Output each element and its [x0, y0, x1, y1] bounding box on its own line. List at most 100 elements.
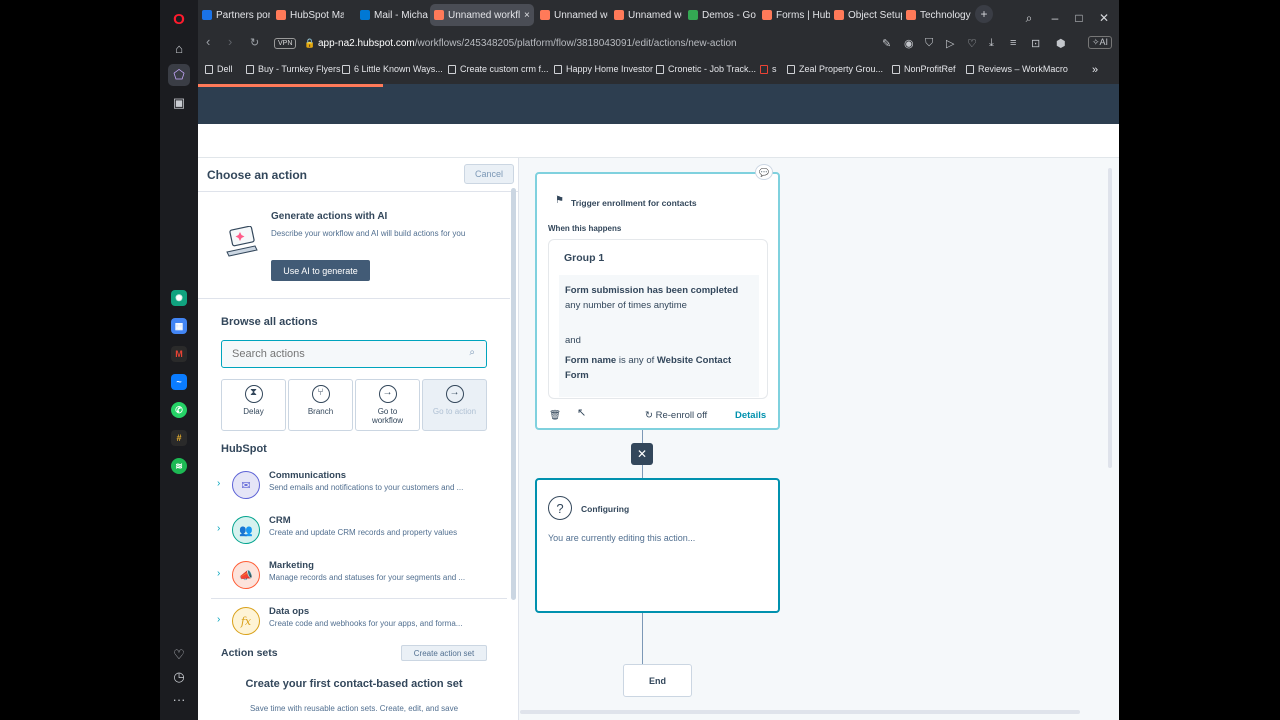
- category-crm[interactable]: › 👥 CRM Create and update CRM records an…: [211, 513, 501, 553]
- camera-icon[interactable]: ◉: [904, 37, 914, 50]
- slack-icon[interactable]: #: [171, 430, 187, 446]
- hubspot-favicon-icon: [906, 10, 916, 20]
- category-data-ops[interactable]: › fx Data ops Create code and webhooks f…: [211, 604, 501, 644]
- canvas-vertical-scrollbar[interactable]: [1108, 168, 1112, 468]
- folder-icon: [205, 64, 213, 74]
- bookmark-item[interactable]: Buy - Turnkey Flyers: [246, 64, 341, 74]
- forward-icon[interactable]: ›: [228, 34, 232, 49]
- aria-icon[interactable]: ⬠: [168, 64, 190, 86]
- minimize-button[interactable]: –: [1044, 8, 1066, 28]
- menu-icon[interactable]: ≡: [1010, 37, 1016, 49]
- cancel-button[interactable]: Cancel: [464, 164, 514, 184]
- bookmark-item[interactable]: Zeal Property Grou...: [787, 64, 883, 74]
- player-icon[interactable]: ▣: [168, 92, 190, 114]
- branch-icon: ⑂: [311, 385, 330, 403]
- whatsapp-icon[interactable]: ✆: [171, 402, 187, 418]
- shield-icon[interactable]: ⛉: [925, 37, 933, 50]
- bookmark-item[interactable]: NonProfitRef: [892, 64, 956, 74]
- more-icon[interactable]: ···: [168, 688, 190, 710]
- tab[interactable]: Mail - Michae: [356, 4, 428, 26]
- ai-description: Describe your workflow and AI will build…: [271, 229, 466, 238]
- tab[interactable]: Object Setup: [830, 4, 902, 26]
- tab[interactable]: Unnamed wor: [536, 4, 608, 26]
- search-box[interactable]: ⌕: [221, 340, 487, 368]
- tab[interactable]: HubSpot Mar: [272, 4, 344, 26]
- home-icon[interactable]: ⌂: [168, 37, 190, 59]
- bookmarks-bar: Dell Buy - Turnkey Flyers 6 Little Known…: [198, 60, 1119, 80]
- reload-icon[interactable]: ↻: [250, 36, 259, 49]
- edit-icon[interactable]: ✎: [882, 37, 891, 50]
- category-marketing[interactable]: › 📣 Marketing Manage records and statuse…: [211, 558, 501, 598]
- tab-active[interactable]: Unnamed workflow×: [430, 4, 534, 26]
- comment-icon[interactable]: 💬: [755, 164, 773, 180]
- extensions-icon[interactable]: ⬢: [1056, 37, 1066, 50]
- bookmark-item[interactable]: Dell: [205, 64, 233, 74]
- messenger-icon[interactable]: ~: [171, 374, 187, 390]
- play-icon[interactable]: ▷: [946, 37, 954, 50]
- action-panel: Choose an action Cancel Generate actions…: [198, 158, 519, 720]
- chevron-right-icon: ›: [217, 614, 221, 625]
- vpn-badge[interactable]: VPN: [274, 38, 297, 49]
- bookmark-item[interactable]: Reviews – WorkMacro: [966, 64, 1068, 74]
- details-link[interactable]: Details: [735, 410, 766, 421]
- create-action-set-button[interactable]: Create action set: [401, 645, 487, 661]
- use-ai-button[interactable]: Use AI to generate: [271, 260, 370, 281]
- question-icon: ?: [548, 496, 572, 520]
- heart-icon[interactable]: ♡: [168, 644, 190, 666]
- more-bookmarks-icon[interactable]: »: [1092, 64, 1098, 76]
- wallet-icon[interactable]: ⊡: [1031, 37, 1040, 50]
- tab-close-icon[interactable]: ×: [524, 10, 530, 21]
- tab[interactable]: Technology P: [902, 4, 974, 26]
- end-node[interactable]: End: [623, 664, 692, 697]
- category-communications[interactable]: › ✉ Communications Send emails and notif…: [211, 468, 501, 508]
- reenroll-toggle[interactable]: ↻ Re-enroll off: [645, 410, 707, 421]
- new-tab-button[interactable]: +: [975, 5, 993, 23]
- page-icon: [448, 64, 456, 74]
- bookmark-item[interactable]: Happy Home Investor: [554, 64, 653, 74]
- tab[interactable]: Demos - Goo: [684, 4, 756, 26]
- close-window-button[interactable]: ✕: [1093, 8, 1115, 28]
- tab-favicon-icon: [202, 10, 212, 20]
- configuring-card[interactable]: ? Configuring You are currently editing …: [535, 478, 780, 613]
- delay-tile[interactable]: ⧗ Delay: [221, 379, 286, 431]
- heart-icon[interactable]: ♡: [967, 37, 977, 50]
- bookmark-item[interactable]: s: [760, 64, 777, 74]
- hubspot-favicon-icon: [762, 10, 772, 20]
- function-icon: fx: [232, 607, 260, 635]
- hubspot-favicon-icon: [614, 10, 624, 20]
- go-to-action-tile[interactable]: → Go to action: [422, 379, 487, 431]
- gmail-icon[interactable]: M: [171, 346, 187, 362]
- maximize-button[interactable]: □: [1068, 8, 1090, 28]
- tab[interactable]: Partners porta: [198, 4, 270, 26]
- tab[interactable]: Forms | HubS: [758, 4, 830, 26]
- panel-scrollbar[interactable]: [511, 188, 516, 600]
- search-input[interactable]: [232, 346, 452, 362]
- chatgpt-icon[interactable]: ✺: [171, 290, 187, 306]
- drive-favicon-icon: [688, 10, 698, 20]
- canvas-horizontal-scrollbar[interactable]: [520, 710, 1080, 714]
- search-tabs-icon[interactable]: ⌕: [1018, 8, 1040, 28]
- back-icon[interactable]: ‹: [206, 34, 210, 49]
- condition-1-field: Form submission has been completed: [565, 285, 739, 296]
- ai-button[interactable]: ✧AI: [1088, 36, 1113, 49]
- trigger-card[interactable]: ⚑ Trigger enrollment for contacts When t…: [535, 172, 780, 430]
- close-action-button[interactable]: ✕: [631, 443, 653, 465]
- hubspot-favicon-icon: [276, 10, 286, 20]
- branch-tile[interactable]: ⑂ Branch: [288, 379, 353, 431]
- history-icon[interactable]: ◷: [168, 666, 190, 688]
- bookmark-item[interactable]: Create custom crm f...: [448, 64, 549, 74]
- calendar-icon[interactable]: ▦: [171, 318, 187, 334]
- url-field[interactable]: app-na2.hubspot.com/workflows/245348205/…: [318, 38, 737, 49]
- download-icon[interactable]: ⤓: [989, 37, 994, 50]
- bookmark-item[interactable]: 6 Little Known Ways...: [342, 64, 443, 74]
- group-title: Group 1: [564, 252, 605, 264]
- spotify-icon[interactable]: ≋: [171, 458, 187, 474]
- opera-logo-icon[interactable]: O: [168, 8, 190, 30]
- go-to-workflow-tile[interactable]: → Go to workflow: [355, 379, 420, 431]
- trash-icon[interactable]: 🗑: [549, 410, 561, 421]
- browser-window: O ⌂ ⬠ ▣ ✺ ▦ M ~ ✆ # ≋ ♡ ◷ ··· Partners p…: [160, 0, 1119, 720]
- tab[interactable]: Unnamed wo: [610, 4, 682, 26]
- envelope-icon: ✉: [232, 471, 260, 499]
- bookmark-item[interactable]: Cronetic - Job Track...: [656, 64, 756, 74]
- condition-body: Form submission has been completed any n…: [559, 275, 759, 397]
